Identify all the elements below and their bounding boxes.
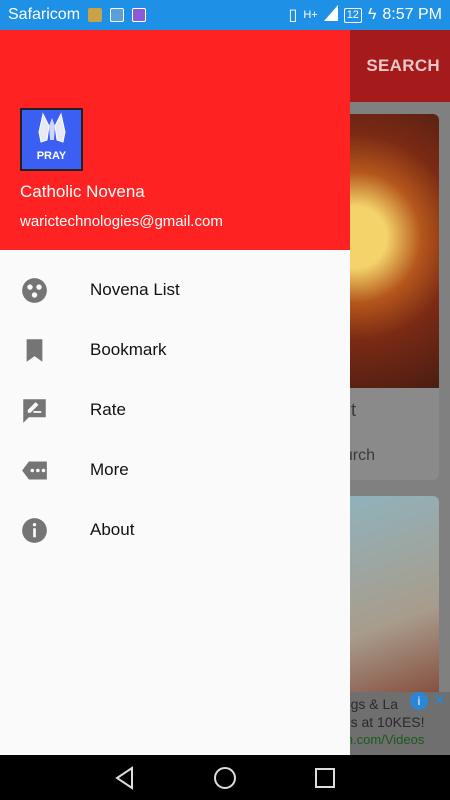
battery-level: 12 bbox=[346, 8, 359, 21]
recents-button-icon[interactable] bbox=[312, 765, 338, 791]
menu-item-rate[interactable]: Rate bbox=[0, 380, 350, 440]
vibrate-icon: ▯ bbox=[288, 7, 298, 24]
drawer-header: PRAY Catholic Novena warictechnologies@g… bbox=[0, 30, 350, 250]
menu-item-novena-list[interactable]: Novena List bbox=[0, 260, 350, 320]
status-bar: Safaricom ▯ H+ 12 ϟ 8:57 PM bbox=[0, 0, 450, 30]
charging-icon: ϟ bbox=[367, 6, 377, 23]
developer-email: warictechnologies@gmail.com bbox=[20, 213, 223, 230]
menu-item-label: More bbox=[90, 460, 129, 479]
menu-item-more[interactable]: More bbox=[0, 440, 350, 500]
info-icon bbox=[22, 518, 47, 543]
menu-item-label: About bbox=[90, 520, 135, 539]
card-subtitle: hurch bbox=[335, 447, 376, 464]
circles-icon bbox=[22, 278, 47, 303]
search-button[interactable]: SEARCH bbox=[366, 56, 440, 76]
system-navigation-bar bbox=[0, 755, 450, 800]
back-button-icon[interactable] bbox=[112, 765, 138, 791]
ad-line: eos at 10KES! bbox=[335, 714, 425, 730]
menu-item-label: Bookmark bbox=[90, 340, 167, 359]
signal-icon bbox=[323, 4, 338, 26]
home-button-icon[interactable] bbox=[212, 765, 238, 791]
ad-info-icon[interactable]: i bbox=[410, 692, 428, 710]
notification-icon bbox=[132, 8, 147, 22]
menu-item-label: Rate bbox=[90, 400, 126, 419]
menu-item-about[interactable]: About bbox=[0, 500, 350, 560]
novena-card[interactable]: rit hurch bbox=[335, 114, 439, 480]
more-tag-icon bbox=[22, 461, 47, 480]
menu-item-label: Novena List bbox=[90, 280, 180, 299]
carrier-name: Safaricom bbox=[8, 6, 81, 23]
bookmark-icon bbox=[26, 339, 43, 362]
notification-icon bbox=[88, 8, 103, 22]
notification-icon bbox=[110, 8, 125, 22]
card-title: rit bbox=[341, 400, 439, 421]
praying-hands-icon bbox=[37, 112, 66, 143]
card-image bbox=[335, 114, 439, 388]
ad-close-icon[interactable]: ✕ bbox=[433, 690, 446, 710]
logo-text: PRAY bbox=[36, 150, 67, 162]
navigation-drawer: PRAY Catholic Novena warictechnologies@g… bbox=[0, 30, 350, 755]
ad-url: om.com/Videos bbox=[335, 732, 425, 747]
clock: 8:57 PM bbox=[382, 6, 442, 23]
network-type: H+ bbox=[303, 9, 318, 21]
battery-icon: 12 bbox=[343, 7, 362, 23]
app-name: Catholic Novena bbox=[20, 182, 145, 201]
drawer-menu: Novena List Bookmark Rate More About bbox=[0, 260, 350, 560]
rate-review-icon bbox=[23, 399, 46, 423]
menu-item-bookmark[interactable]: Bookmark bbox=[0, 320, 350, 380]
app-logo: PRAY bbox=[20, 108, 83, 171]
